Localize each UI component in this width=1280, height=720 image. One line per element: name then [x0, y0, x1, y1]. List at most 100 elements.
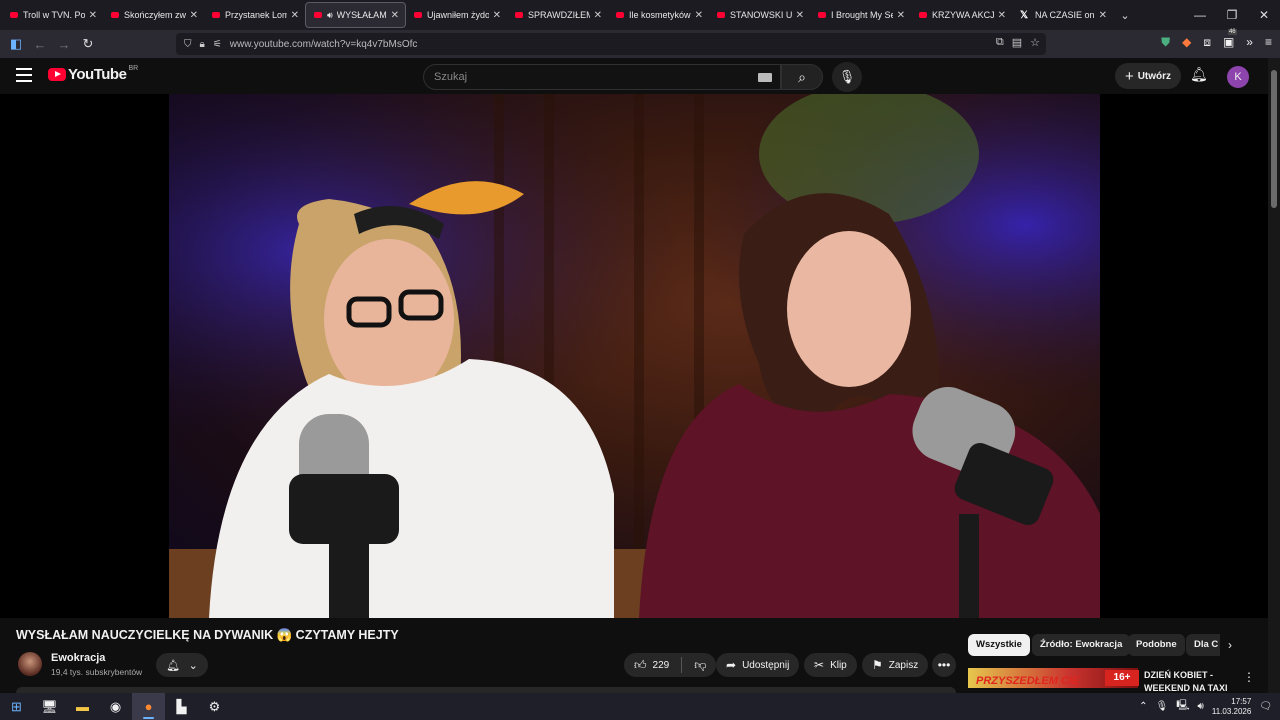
x-favicon-icon: 𝕏: [1020, 9, 1029, 21]
like-count[interactable]: 229: [653, 660, 670, 671]
tray-chevron-icon[interactable]: ⌃: [1139, 701, 1147, 712]
browser-tab[interactable]: Troll w TVN. Poczw ✕: [2, 2, 103, 28]
recommendation-menu-icon[interactable]: ⋮: [1243, 670, 1255, 684]
logo-region: BR: [128, 65, 139, 72]
clip-label: Klip: [830, 659, 847, 671]
extensions-icon[interactable]: ⧈: [1203, 35, 1211, 50]
save-button[interactable]: ⚑ Zapisz: [862, 653, 929, 677]
search-input[interactable]: Szukaj: [423, 64, 781, 90]
microphone-icon: 🎙︎: [838, 69, 856, 84]
sidebar-toggle-icon[interactable]: ◧: [4, 36, 28, 52]
create-button[interactable]: + Utwórz: [1115, 63, 1181, 89]
page-scrollbar[interactable]: [1268, 58, 1280, 693]
ublock-icon[interactable]: ▣ 46: [1223, 29, 1237, 50]
permissions-icon[interactable]: ⚟: [213, 39, 222, 50]
channel-name[interactable]: Ewokracja: [51, 652, 105, 664]
firefox-account-icon[interactable]: ◆: [1182, 35, 1191, 50]
chip-related[interactable]: Podobne: [1128, 634, 1185, 656]
guide-menu-icon[interactable]: [16, 68, 32, 82]
tracking-shield-icon[interactable]: ⛉: [184, 39, 192, 50]
clip-button[interactable]: ✂ Klip: [804, 653, 857, 677]
save-label: Zapisz: [888, 659, 919, 671]
picture-in-picture-icon[interactable]: ⧉: [996, 36, 1004, 49]
youtube-logo[interactable]: YouTube BR: [48, 65, 139, 83]
youtube-favicon-icon: [414, 12, 422, 18]
youtube-favicon-icon: [212, 12, 220, 18]
firefox-icon[interactable]: ●: [132, 693, 165, 720]
browser-tab[interactable]: Ile kosmetyków w ✕: [608, 2, 709, 28]
like-icon[interactable]: 👍︎: [634, 658, 647, 673]
tab-close-icon[interactable]: ✕: [695, 10, 703, 21]
browser-tab[interactable]: STANOWSKI UJAW ✕: [709, 2, 810, 28]
chip-all[interactable]: Wszystkie: [968, 634, 1030, 656]
youtube-favicon-icon: [818, 12, 826, 18]
bookmark-star-icon[interactable]: ☆: [1030, 36, 1040, 49]
tab-close-icon[interactable]: ✕: [594, 10, 602, 21]
tab-close-icon[interactable]: ✕: [89, 10, 97, 21]
forward-icon[interactable]: →: [52, 37, 76, 52]
recommendation-title[interactable]: DZIEŃ KOBIET - WEEKEND NA TAXI: [1144, 669, 1240, 695]
reload-icon[interactable]: ↻: [76, 36, 100, 52]
browser-tab[interactable]: Przystanek Lomba ✕: [204, 2, 305, 28]
tab-close-icon[interactable]: ✕: [190, 10, 198, 21]
kick-app-icon[interactable]: ▙: [165, 693, 198, 720]
windows-start-icon[interactable]: ⊞: [0, 693, 33, 720]
list-all-tabs-button[interactable]: ⌄: [1113, 9, 1137, 22]
minimize-icon[interactable]: —: [1184, 0, 1216, 30]
tab-close-icon[interactable]: ✕: [493, 10, 501, 21]
video-frame[interactable]: [169, 94, 1100, 618]
chip-for-you[interactable]: Dla C: [1186, 634, 1220, 656]
file-explorer-icon[interactable]: ▬: [66, 693, 99, 720]
video-player[interactable]: [0, 94, 1268, 618]
dislike-icon[interactable]: 👎︎: [694, 658, 706, 673]
address-bar[interactable]: ⛉ 🔒︎ ⚟ www.youtube.com/watch?v=kq4v7bMsO…: [176, 33, 1046, 55]
notifications-bell-icon[interactable]: 🔔︎: [1190, 66, 1208, 83]
tab-close-icon[interactable]: ✕: [291, 10, 299, 21]
reader-view-icon[interactable]: ▤: [1012, 36, 1022, 49]
browser-tab[interactable]: Ujawniłem żydow ✕: [406, 2, 507, 28]
clock[interactable]: 17:57 11.03.2026: [1212, 697, 1251, 717]
close-window-icon[interactable]: ✕: [1248, 0, 1280, 30]
url-text[interactable]: www.youtube.com/watch?v=kq4v7bMsOfc: [230, 39, 418, 50]
app-menu-icon[interactable]: ≡: [1265, 35, 1272, 50]
tab-title: Ujawniłem żydow: [427, 10, 489, 20]
overflow-chevrons-icon[interactable]: »: [1246, 35, 1253, 50]
vpn-shield-icon[interactable]: ⛊: [1161, 35, 1170, 50]
channel-avatar[interactable]: [18, 652, 42, 676]
back-icon[interactable]: ←: [28, 37, 52, 52]
microphone-tray-icon[interactable]: 🎙︎: [1155, 701, 1168, 712]
chip-source-channel[interactable]: Źródło: Ewokracja: [1032, 634, 1131, 656]
browser-tab[interactable]: KRZYWA AKCJA # ✕: [911, 2, 1012, 28]
browser-tab[interactable]: 🔊︎WYSŁAŁAM N ✕: [305, 2, 406, 28]
notifications-icon[interactable]: 🗨︎: [1259, 701, 1272, 712]
more-actions-button[interactable]: •••: [932, 653, 956, 677]
network-icon[interactable]: 🖳: [1176, 698, 1189, 715]
tab-close-icon[interactable]: ✕: [1099, 10, 1107, 21]
scrollbar-thumb[interactable]: [1271, 70, 1277, 208]
steam-icon[interactable]: ◉: [99, 693, 132, 720]
voice-search-button[interactable]: 🎙︎: [832, 62, 862, 92]
subscriber-count: 19,4 tys. subskrybentów: [51, 667, 143, 677]
lock-icon[interactable]: 🔒︎: [200, 39, 205, 50]
subscribed-notifications-button[interactable]: 🔔︎ ⌄: [156, 653, 208, 677]
browser-tab[interactable]: 𝕏 NA CZASIE on X: " ✕: [1012, 2, 1113, 28]
share-button[interactable]: ➦ Udostępnij: [716, 653, 800, 677]
search-button[interactable]: ⌕: [781, 64, 823, 90]
tab-audio-icon[interactable]: 🔊︎: [327, 10, 333, 21]
tool-app-icon[interactable]: ⚙: [198, 693, 231, 720]
tab-close-icon[interactable]: ✕: [998, 10, 1006, 21]
browser-tab[interactable]: Skończyłem związ ✕: [103, 2, 204, 28]
browser-tab[interactable]: I Brought My Secr ✕: [810, 2, 911, 28]
tab-close-icon[interactable]: ✕: [796, 10, 804, 21]
volume-icon[interactable]: 🔊︎: [1198, 701, 1204, 712]
restore-icon[interactable]: ❐: [1216, 0, 1248, 30]
youtube-favicon-icon: [515, 12, 523, 18]
keyboard-icon[interactable]: [758, 73, 772, 82]
computer-app-icon[interactable]: 🖥︎: [33, 693, 66, 720]
chips-next-icon[interactable]: ›: [1228, 638, 1232, 652]
tab-close-icon[interactable]: ✕: [897, 10, 905, 21]
tab-close-icon[interactable]: ✕: [391, 10, 399, 21]
youtube-masthead: YouTube BR Szukaj ⌕ 🎙︎ + Utwórz 🔔︎ K: [0, 58, 1268, 94]
account-avatar[interactable]: K: [1227, 66, 1249, 88]
browser-tab[interactable]: SPRAWDZIŁEM CZ ✕: [507, 2, 608, 28]
